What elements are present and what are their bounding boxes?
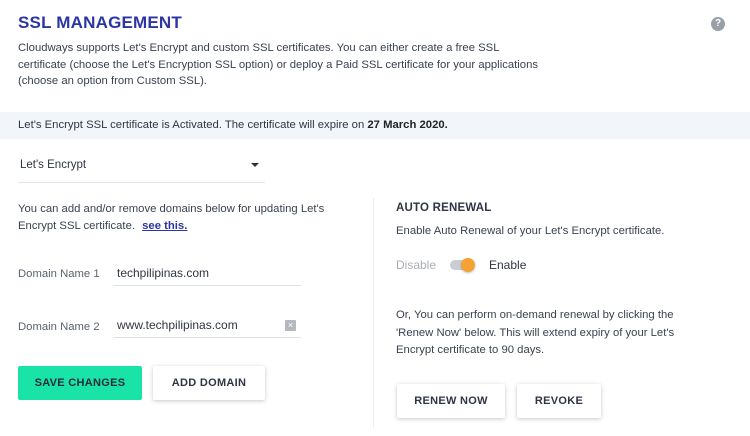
domains-description: You can add and/or remove domains below …	[18, 201, 328, 235]
revoke-button[interactable]: REVOKE	[517, 384, 601, 418]
toggle-enable-label: Enable	[489, 258, 527, 272]
column-divider	[373, 198, 374, 428]
auto-renewal-toggle[interactable]	[450, 258, 475, 272]
auto-renewal-description: Enable Auto Renewal of your Let's Encryp…	[396, 225, 665, 237]
save-changes-button[interactable]: SAVE CHANGES	[18, 366, 142, 400]
banner-text: Let's Encrypt SSL certificate is Activat…	[18, 119, 365, 131]
toggle-knob	[461, 258, 475, 272]
on-demand-renewal-text: Or, You can perform on-demand renewal by…	[396, 309, 675, 356]
domain-name-1-field[interactable]	[113, 260, 301, 286]
clear-icon[interactable]: ×	[285, 320, 296, 331]
see-this-link[interactable]: see this.	[142, 220, 187, 232]
add-domain-button[interactable]: ADD DOMAIN	[153, 366, 265, 400]
ssl-type-select[interactable]: Let's Encrypt	[18, 151, 265, 183]
status-banner: Let's Encrypt SSL certificate is Activat…	[0, 112, 750, 139]
domain-name-2-label: Domain Name 2	[18, 321, 100, 333]
intro-text: Cloudways supports Let's Encrypt and cus…	[18, 42, 538, 87]
renew-now-button[interactable]: RENEW NOW	[397, 384, 505, 418]
expiry-date: 27 March 2020.	[367, 119, 448, 131]
domain-name-2-field[interactable]	[113, 312, 301, 338]
caret-down-icon	[251, 163, 259, 167]
ssl-type-selected: Let's Encrypt	[20, 159, 87, 171]
domain-name-1-label: Domain Name 1	[18, 268, 100, 280]
question-circle-icon[interactable]: ?	[711, 17, 725, 31]
page-title: SSL MANAGEMENT	[18, 13, 182, 32]
auto-renewal-title: AUTO RENEWAL	[396, 202, 492, 214]
toggle-disable-label: Disable	[396, 258, 437, 272]
